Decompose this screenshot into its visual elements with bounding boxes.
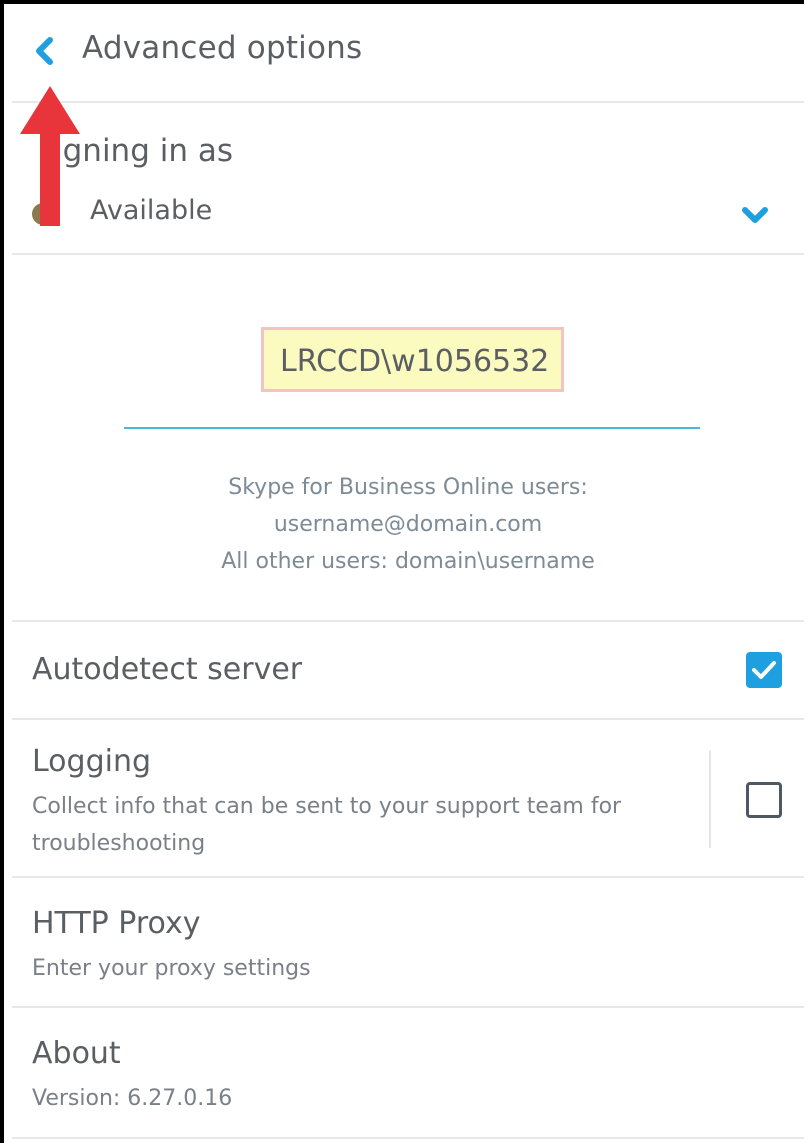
signin-label: igning in as bbox=[54, 133, 233, 169]
logging-description-line-2: troubleshooting bbox=[32, 831, 206, 856]
autodetect-server-row[interactable]: Autodetect server bbox=[12, 622, 804, 720]
username-section: LRCCD\w1056532 Skype for Business Online… bbox=[12, 255, 804, 622]
divider bbox=[709, 750, 711, 848]
username-hint: Skype for Business Online users: usernam… bbox=[12, 469, 804, 580]
logging-description: Collect info that can be sent to your su… bbox=[32, 788, 621, 862]
autodetect-checkbox[interactable] bbox=[746, 652, 782, 688]
http-proxy-row[interactable]: HTTP Proxy Enter your proxy settings bbox=[12, 878, 804, 1008]
checkmark-icon bbox=[752, 661, 776, 679]
username-input[interactable]: LRCCD\w1056532 bbox=[124, 323, 700, 429]
proxy-label: HTTP Proxy bbox=[32, 906, 201, 941]
chevron-left-icon[interactable] bbox=[30, 34, 60, 68]
username-value: LRCCD\w1056532 bbox=[261, 327, 565, 392]
app-frame: Advanced options igning in as Available … bbox=[0, 0, 804, 1143]
about-label: About bbox=[32, 1036, 121, 1071]
annotation-arrow-icon bbox=[20, 86, 80, 226]
hint-line-3: All other users: domain\username bbox=[221, 549, 595, 574]
header-bar: Advanced options bbox=[12, 4, 804, 103]
hint-line-1: Skype for Business Online users: bbox=[228, 475, 588, 500]
version-text: Version: 6.27.0.16 bbox=[32, 1086, 233, 1111]
logging-description-line-1: Collect info that can be sent to your su… bbox=[32, 794, 622, 819]
proxy-description: Enter your proxy settings bbox=[32, 956, 311, 981]
logging-row[interactable]: Logging Collect info that can be sent to… bbox=[12, 720, 804, 878]
page-title: Advanced options bbox=[82, 30, 363, 66]
status-label[interactable]: Available bbox=[90, 195, 212, 226]
chevron-down-icon[interactable] bbox=[740, 205, 770, 227]
frame-edge bbox=[4, 4, 12, 1143]
logging-label: Logging bbox=[32, 744, 152, 779]
autodetect-label: Autodetect server bbox=[32, 652, 303, 687]
logging-checkbox[interactable] bbox=[746, 782, 782, 818]
about-row[interactable]: About Version: 6.27.0.16 bbox=[12, 1008, 804, 1139]
hint-line-2: username@domain.com bbox=[273, 512, 543, 537]
signin-section: igning in as Available bbox=[12, 103, 804, 255]
